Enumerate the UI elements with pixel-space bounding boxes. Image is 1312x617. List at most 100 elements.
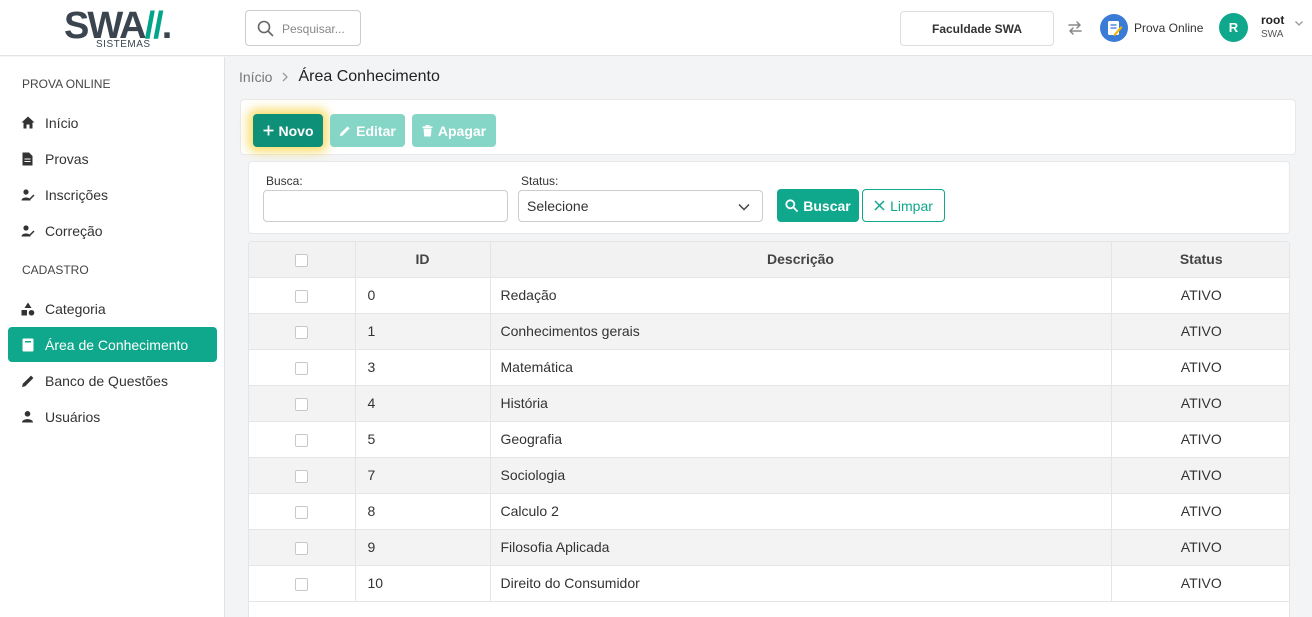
trash-icon <box>422 124 433 136</box>
chevron-down-icon <box>738 203 750 211</box>
cell-status: ATIVO <box>1111 349 1289 386</box>
cell-id: 8 <box>355 493 491 530</box>
edit-button[interactable]: Editar <box>330 114 405 147</box>
cell-status: ATIVO <box>1111 277 1289 314</box>
app-exam-icon[interactable] <box>1100 14 1128 42</box>
avatar[interactable]: R <box>1219 13 1248 42</box>
cell-id: 9 <box>355 529 491 566</box>
search-icon <box>785 199 799 212</box>
sidebar-item-banco-questoes[interactable]: Banco de Questões <box>8 363 217 398</box>
user-write-icon <box>20 223 35 238</box>
sidebar-item-inicio[interactable]: Início <box>8 105 217 140</box>
sidebar-item-label: Inscrições <box>45 186 109 203</box>
sidebar-item-usuarios[interactable]: Usuários <box>8 399 217 434</box>
home-icon <box>20 115 35 130</box>
logo-dot: . <box>161 5 172 47</box>
sidebar-item-label: Categoria <box>45 300 106 317</box>
user-organization: SWA <box>1261 29 1284 40</box>
column-header-select <box>249 242 356 278</box>
breadcrumb: Início Área Conhecimento <box>239 67 440 87</box>
cell-description: Filosofia Aplicada <box>490 529 1112 566</box>
table-row[interactable]: 9 Filosofia Aplicada ATIVO <box>249 529 1289 566</box>
sidebar-item-label: Área de Conhecimento <box>45 336 189 353</box>
table-row[interactable]: 10 Direito do Consumidor ATIVO <box>249 565 1289 602</box>
row-checkbox[interactable] <box>295 289 309 303</box>
sidebar: PROVA ONLINE Início Provas Inscrições Co… <box>0 57 225 617</box>
user-name[interactable]: root <box>1261 13 1284 27</box>
sidebar-item-correcao[interactable]: Correção <box>8 213 217 248</box>
sidebar-item-label: Início <box>45 114 79 131</box>
row-checkbox[interactable] <box>295 397 309 411</box>
page-title: Área Conhecimento <box>298 68 440 85</box>
cell-description: Calculo 2 <box>490 493 1112 530</box>
row-checkbox[interactable] <box>295 577 309 591</box>
section-title-cadastro: CADASTRO <box>22 263 89 277</box>
sidebar-item-area-conhecimento[interactable]: Área de Conhecimento <box>8 327 217 362</box>
search-field[interactable] <box>263 190 508 222</box>
sidebar-item-categoria[interactable]: Categoria <box>8 291 217 326</box>
delete-button[interactable]: Apagar <box>412 114 496 147</box>
sidebar-item-inscricoes[interactable]: Inscrições <box>8 177 217 212</box>
cell-status: ATIVO <box>1111 493 1289 530</box>
table-row[interactable]: 3 Matemática ATIVO <box>249 349 1289 386</box>
cell-id: 10 <box>355 565 491 602</box>
table-row[interactable]: 7 Sociologia ATIVO <box>249 457 1289 494</box>
column-header-status[interactable]: Status <box>1111 242 1289 278</box>
status-select[interactable]: Selecione <box>518 190 763 222</box>
cell-status: ATIVO <box>1111 565 1289 602</box>
status-selected-value: Selecione <box>527 198 589 214</box>
cell-description: Redação <box>490 277 1112 314</box>
cell-id: 5 <box>355 421 491 458</box>
chevron-down-icon[interactable] <box>1294 18 1304 28</box>
swap-icon[interactable] <box>1066 19 1084 37</box>
action-toolbar: Novo Editar Apagar <box>240 99 1296 155</box>
select-all-checkbox[interactable] <box>295 254 309 268</box>
global-search[interactable] <box>245 10 361 46</box>
status-label: Status: <box>521 174 559 188</box>
row-checkbox[interactable] <box>295 541 309 555</box>
cell-status: ATIVO <box>1111 421 1289 458</box>
cell-id: 3 <box>355 349 491 386</box>
clear-button[interactable]: Limpar <box>862 189 945 222</box>
book-icon <box>20 337 35 352</box>
table-row[interactable]: 1 Conhecimentos gerais ATIVO <box>249 313 1289 350</box>
search-input[interactable] <box>282 19 356 39</box>
cell-description: Geografia <box>490 421 1112 458</box>
row-checkbox[interactable] <box>295 433 309 447</box>
cell-status: ATIVO <box>1111 529 1289 566</box>
search-label: Busca: <box>266 174 303 188</box>
user-write-icon <box>20 187 35 202</box>
breadcrumb-home[interactable]: Início <box>239 69 272 85</box>
sidebar-item-label: Correção <box>45 222 103 239</box>
pencil-icon <box>340 125 350 136</box>
cell-id: 1 <box>355 313 491 350</box>
row-checkbox[interactable] <box>295 469 309 483</box>
chevron-right-icon <box>281 72 289 82</box>
column-header-descricao[interactable]: Descrição <box>490 242 1112 278</box>
new-button[interactable]: Novo <box>253 114 323 147</box>
table-row[interactable]: 4 História ATIVO <box>249 385 1289 422</box>
cell-description: Direito do Consumidor <box>490 565 1112 602</box>
column-header-id[interactable]: ID <box>355 242 491 278</box>
sidebar-item-provas[interactable]: Provas <box>8 141 217 176</box>
logo[interactable]: SWA//. SISTEMAS <box>64 6 172 52</box>
sidebar-item-label: Provas <box>45 150 89 167</box>
search-button[interactable]: Buscar <box>777 189 859 222</box>
table-row[interactable]: 8 Calculo 2 ATIVO <box>249 493 1289 530</box>
search-icon <box>257 20 274 37</box>
shapes-icon <box>20 301 35 316</box>
table-row[interactable]: 0 Redação ATIVO <box>249 277 1289 314</box>
user-icon <box>20 409 35 424</box>
row-checkbox[interactable] <box>295 505 309 519</box>
row-checkbox[interactable] <box>295 361 309 375</box>
table-row[interactable]: 5 Geografia ATIVO <box>249 421 1289 458</box>
row-checkbox[interactable] <box>295 325 309 339</box>
cell-id: 7 <box>355 457 491 494</box>
filter-panel: Busca: Status: Selecione Buscar Limpar <box>248 161 1290 234</box>
cell-description: História <box>490 385 1112 422</box>
app-name[interactable]: Prova Online <box>1134 20 1203 36</box>
cell-id: 0 <box>355 277 491 314</box>
institution-button[interactable]: Faculdade SWA <box>900 11 1054 46</box>
logo-subtitle: SISTEMAS <box>96 39 151 50</box>
cell-status: ATIVO <box>1111 313 1289 350</box>
